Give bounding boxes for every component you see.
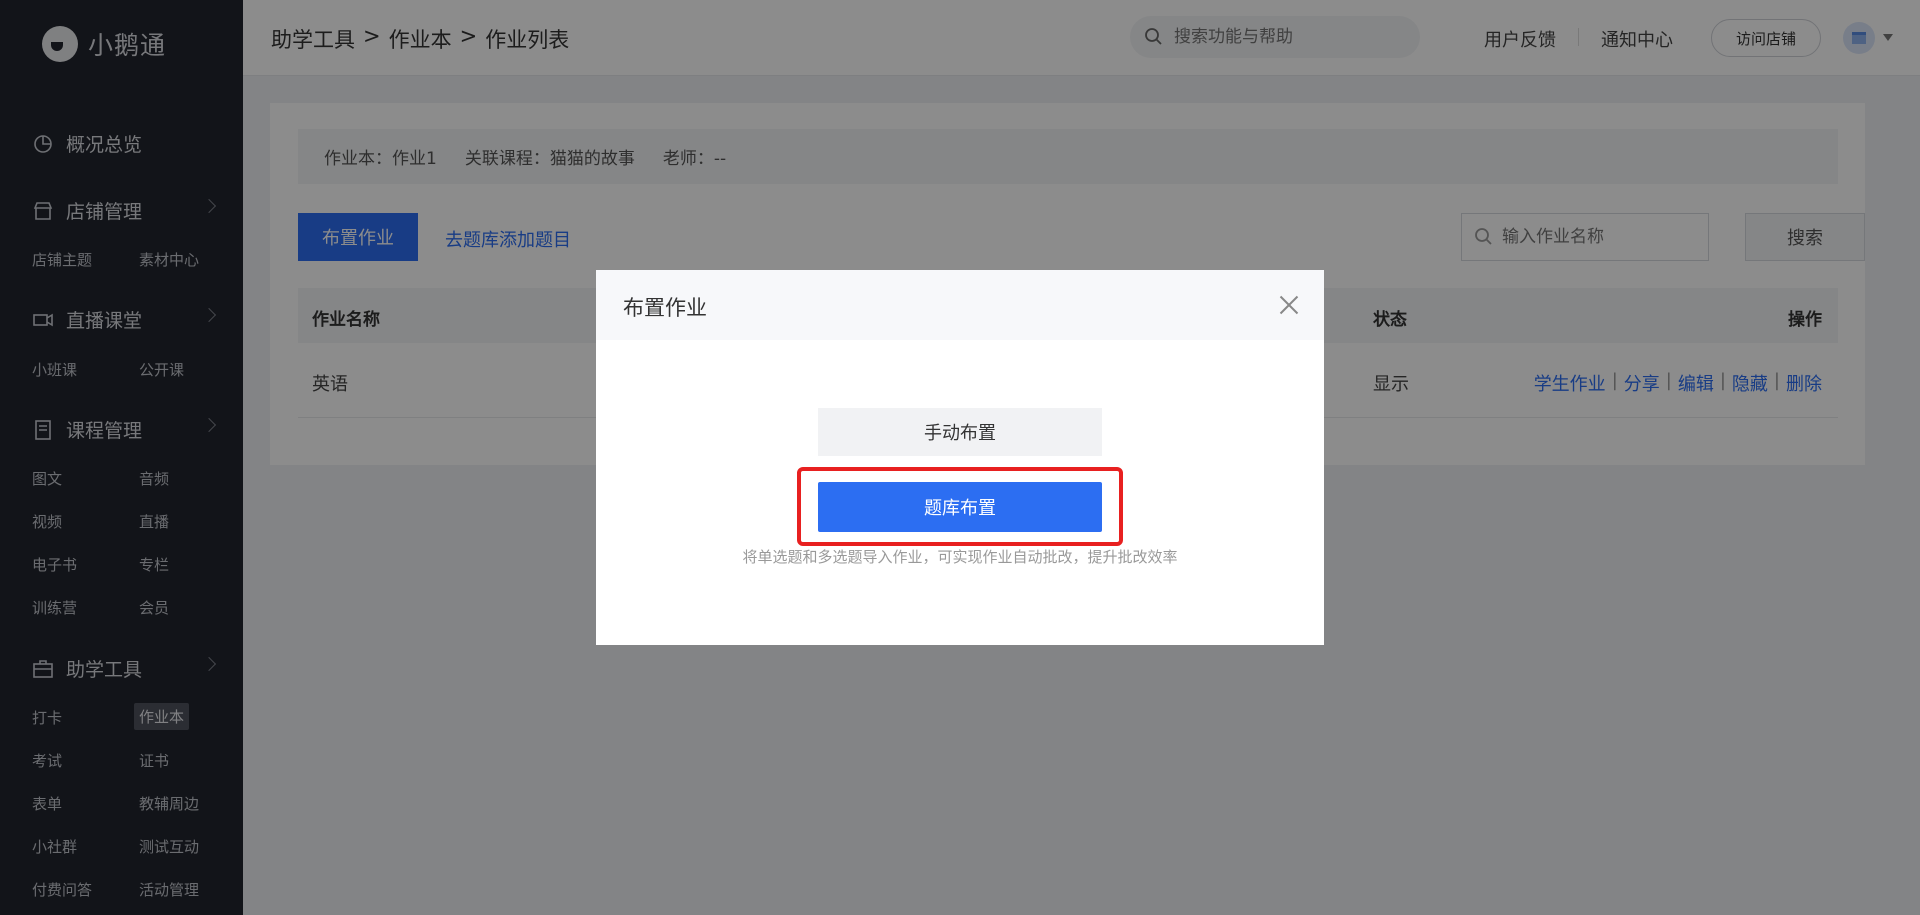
dialog-header: 布置作业 bbox=[596, 270, 1324, 340]
close-icon[interactable] bbox=[1276, 292, 1302, 318]
dialog-title: 布置作业 bbox=[623, 296, 707, 320]
assign-homework-dialog: 布置作业 手动布置 题库布置 将单选题和多选题导入作业，可实现作业自动批改，提升… bbox=[596, 270, 1324, 645]
dialog-hint: 将单选题和多选题导入作业，可实现作业自动批改，提升批改效率 bbox=[742, 548, 1178, 566]
question-bank-assign-button[interactable]: 题库布置 bbox=[818, 482, 1102, 532]
manual-assign-button[interactable]: 手动布置 bbox=[818, 408, 1102, 456]
